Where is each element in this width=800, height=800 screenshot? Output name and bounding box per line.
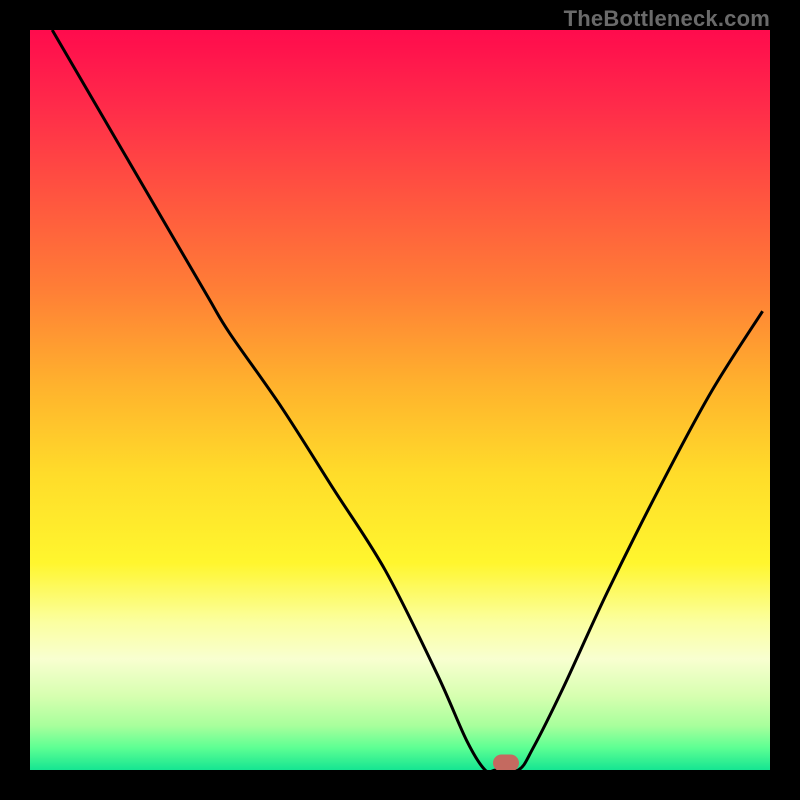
watermark-text: TheBottleneck.com	[564, 6, 770, 32]
plot-area	[30, 30, 770, 770]
chart-frame: TheBottleneck.com	[0, 0, 800, 800]
optimal-point-marker	[493, 754, 519, 770]
chart-svg	[30, 30, 770, 770]
gradient-background	[30, 30, 770, 770]
